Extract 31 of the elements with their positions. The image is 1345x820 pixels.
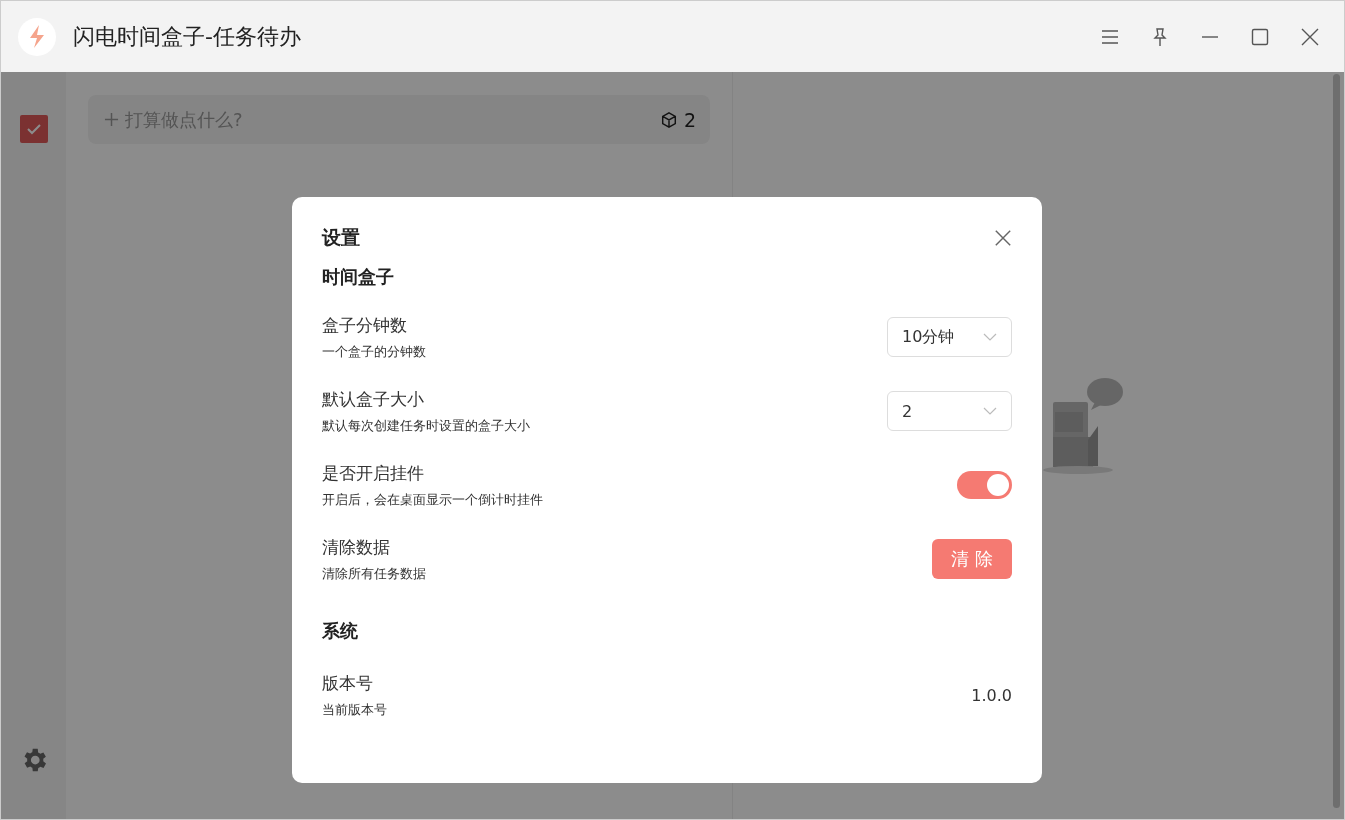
toggle-switch[interactable] — [957, 471, 1012, 499]
close-icon[interactable] — [1300, 26, 1320, 47]
plus-icon — [104, 112, 119, 127]
setting-description: 默认每次创建任务时设置的盒子大小 — [322, 416, 530, 435]
checkbox-icon[interactable] — [19, 115, 48, 143]
setting-description: 开启后，会在桌面显示一个倒计时挂件 — [322, 490, 543, 509]
dropdown-value: 10分钟 — [902, 326, 955, 348]
setting-label: 默认盒子大小 — [322, 387, 425, 411]
setting-description: 清除所有任务数据 — [322, 564, 426, 583]
setting-label: 清除数据 — [322, 535, 391, 559]
scrollbar[interactable] — [1333, 74, 1340, 808]
dialog-title: 设置 — [322, 225, 360, 250]
dropdown-value: 2 — [902, 401, 913, 421]
version-value: 1.0.0 — [971, 685, 1012, 705]
section-title: 系统 — [322, 619, 359, 643]
section-title: 时间盒子 — [322, 265, 395, 289]
box-count: 2 — [683, 108, 696, 131]
chevron-down-icon — [983, 333, 997, 341]
setting-label: 版本号 — [322, 671, 374, 695]
maximize-icon[interactable] — [1250, 26, 1270, 47]
dropdown[interactable]: 2 — [887, 391, 1012, 431]
setting-description: 当前版本号 — [322, 700, 387, 719]
chevron-down-icon — [983, 407, 997, 415]
setting-label: 盒子分钟数 — [322, 313, 408, 337]
dropdown[interactable]: 10分钟 — [887, 317, 1012, 357]
lightning-logo-icon — [17, 16, 57, 57]
cube-icon — [659, 110, 678, 129]
setting-description: 一个盒子的分钟数 — [322, 342, 426, 361]
close-icon[interactable] — [994, 229, 1012, 247]
setting-label: 是否开启挂件 — [322, 461, 425, 485]
window-title: 闪电时间盒子-任务待办 — [73, 22, 301, 51]
